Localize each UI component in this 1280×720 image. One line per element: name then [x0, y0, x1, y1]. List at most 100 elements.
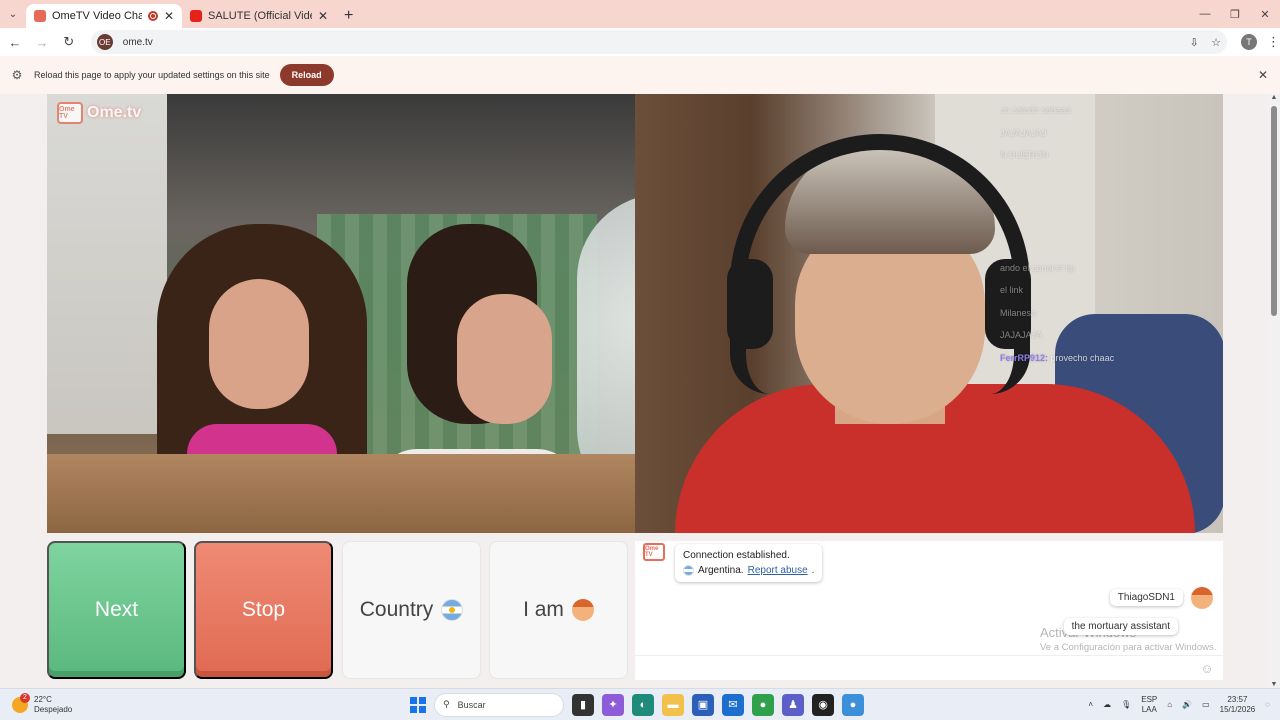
chat-message-input[interactable] — [643, 662, 1199, 674]
store-icon[interactable]: ▣ — [692, 693, 714, 716]
reload-button[interactable]: Reload — [279, 64, 334, 86]
page-scrollbar[interactable]: ▲ ▼ — [1268, 94, 1280, 688]
taskbar-apps: ⚲ Buscar ▮ ✦ ◐ ▬ ▣ ✉ ● ♟ ◉ ● — [410, 692, 864, 717]
stream-chat-text: JAJAJAJAJ — [1000, 127, 1047, 138]
url-text[interactable]: ome.tv — [123, 37, 153, 48]
stream-chat-text: ando el canal el tip — [1000, 262, 1076, 273]
weather-desc: Despejado — [34, 704, 73, 714]
youtube-favicon-icon — [190, 10, 202, 22]
edge-icon[interactable]: ◐ — [632, 693, 654, 716]
stop-button[interactable]: Stop — [194, 541, 333, 679]
install-app-icon[interactable]: ⇩ — [1183, 36, 1205, 49]
stream-chat-line — [1000, 167, 1223, 190]
argentina-flag-icon — [441, 599, 464, 621]
stream-chat-user: FerrRP912: — [1000, 352, 1049, 363]
stranger-video: Ome TV Ome.tv — [47, 94, 635, 533]
taskbar-search[interactable]: ⚲ Buscar — [434, 692, 564, 717]
watermark-text: Ome.tv — [87, 104, 142, 121]
stream-chat-line: Milanesa — [1000, 302, 1223, 325]
self-video: un saludo sebaaa JAJAJAJAJ N DIJERON ando e… — [635, 94, 1223, 533]
outlook-icon[interactable]: ✉ — [722, 693, 744, 716]
country-button[interactable]: Country — [342, 541, 481, 679]
report-abuse-link[interactable]: Report abuse — [748, 563, 808, 578]
tray-chevron-icon[interactable]: ˄ — [1088, 700, 1093, 709]
stream-chat-line — [1000, 189, 1223, 212]
emoji-smile-icon[interactable]: ☺ — [1199, 661, 1215, 676]
search-placeholder: Buscar — [457, 699, 486, 710]
chrome-icon[interactable]: ● — [752, 693, 774, 716]
close-tab-icon[interactable]: ✕ — [164, 9, 174, 23]
close-tab-icon[interactable]: ✕ — [318, 9, 328, 23]
partner-country: Argentina. — [698, 565, 744, 576]
tab-search-chevron-icon[interactable]: ⌄ — [0, 0, 26, 28]
tab-title: OmeTV Video Chat — Ome — [52, 10, 142, 22]
file-explorer-icon[interactable]: ▬ — [662, 693, 684, 716]
settings-infobar: ⚙ Reload this page to apply your updated… — [0, 56, 1280, 94]
stream-chat-line: N DIJERON — [1000, 144, 1223, 167]
search-icon: ⚲ — [443, 699, 450, 709]
infobar-message: Reload this page to apply your updated s… — [34, 70, 270, 80]
stream-chat-line: ando el canal el tip — [1000, 257, 1223, 280]
refresh-icon[interactable]: ↻ — [57, 30, 81, 54]
teams-icon[interactable]: ♟ — [782, 693, 804, 716]
tab-ometv[interactable]: OmeTV Video Chat — Ome ✕ — [26, 4, 182, 28]
forward-icon[interactable]: → — [30, 30, 54, 54]
stream-chat-line: el link — [1000, 279, 1223, 302]
stream-chat-text: un saludo sebaaa — [1000, 105, 1072, 115]
bookmark-star-icon[interactable]: ☆ — [1205, 36, 1227, 49]
stream-chat-text: Milanesa — [1000, 307, 1037, 318]
copilot-icon[interactable]: ✦ — [602, 693, 624, 716]
obs-icon[interactable]: ◉ — [812, 693, 834, 716]
stream-chat-line: un saludo sebaaa — [1000, 99, 1223, 122]
cloud-icon[interactable]: ☁ — [1103, 700, 1111, 709]
battery-icon[interactable]: ▭ — [1202, 700, 1210, 709]
iam-label: I am — [523, 598, 564, 621]
recording-icon — [147, 11, 158, 21]
task-view-icon[interactable]: ▮ — [572, 693, 594, 716]
site-info-icon[interactable]: OE — [96, 34, 113, 50]
windows-start-icon[interactable] — [410, 696, 426, 713]
back-icon[interactable]: ← — [3, 30, 27, 54]
stream-chat-overlay: un saludo sebaaa JAJAJAJAJ N DIJERON ando e… — [1000, 99, 1223, 369]
stream-chat-line — [1000, 212, 1223, 235]
gear-icon: ⚙ — [11, 68, 23, 82]
ometv-watermark: Ome TV Ome.tv — [57, 102, 141, 124]
notifications-bell-icon[interactable]: ◌ — [1265, 700, 1270, 709]
chat-input-row: ☺ — [635, 655, 1223, 680]
tab-strip: ⌄ OmeTV Video Chat — Ome ✕ SALUTE (Offic… — [0, 0, 1280, 28]
stream-chat-line: JAJAJAJA — [1000, 324, 1223, 347]
new-tab-button[interactable]: + — [336, 4, 361, 28]
weather-widget[interactable]: 2 22°C Despejado — [12, 692, 73, 715]
ometv-logo-icon: Ome TV — [57, 102, 83, 124]
tab-youtube[interactable]: SALUTE (Official Video) - Raj Ma ✕ — [182, 4, 336, 28]
stream-chat-line: FerrRP912: provecho chaac — [1000, 347, 1223, 370]
weather-temp: 22°C — [34, 694, 52, 704]
argentina-flag-icon — [683, 565, 694, 576]
gender-button[interactable]: I am — [489, 541, 628, 679]
chat-panel: Ome TV Connection established. Argentina… — [635, 541, 1223, 680]
clock[interactable]: 23:57 15/1/2026 — [1220, 695, 1256, 715]
volume-icon[interactable]: 🔊 — [1182, 700, 1192, 709]
network-icon[interactable]: ⌂ — [1167, 700, 1172, 709]
language-indicator[interactable]: ESP LAA — [1141, 695, 1157, 715]
chrome-active-icon[interactable]: ● — [842, 693, 864, 716]
ometv-favicon-icon — [34, 10, 46, 22]
profile-avatar[interactable]: T — [1241, 34, 1257, 50]
partner-message: the mortuary assistant — [1063, 618, 1178, 635]
microphone-icon[interactable]: 🎙 — [1121, 700, 1131, 709]
browser-menu-icon[interactable]: ⋮ — [1267, 34, 1280, 50]
stream-chat-text: JAJAJAJA — [1000, 330, 1043, 340]
address-bar[interactable]: OE ome.tv ⇩ ☆ — [90, 30, 1228, 54]
scrollbar-thumb[interactable] — [1271, 106, 1277, 316]
window-controls: — ❐ ✕ — [1190, 0, 1280, 28]
next-button[interactable]: Next — [47, 541, 186, 679]
scroll-up-icon[interactable]: ▲ — [1268, 94, 1280, 101]
boy-avatar-icon — [571, 599, 594, 621]
minimize-icon[interactable]: — — [1190, 0, 1220, 28]
close-infobar-icon[interactable]: ✕ — [1258, 68, 1268, 82]
partner-name: ThiagoSDN1 — [1109, 589, 1183, 606]
maximize-icon[interactable]: ❐ — [1220, 0, 1250, 28]
stream-chat-text: provecho chaac — [1048, 352, 1115, 363]
scroll-down-icon[interactable]: ▼ — [1268, 681, 1280, 688]
close-window-icon[interactable]: ✕ — [1250, 0, 1280, 28]
